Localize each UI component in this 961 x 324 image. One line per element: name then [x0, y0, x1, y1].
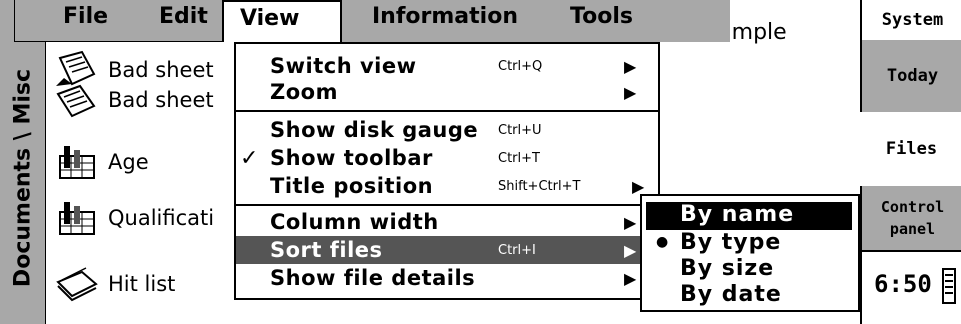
submenu-arrow-icon: ▶ [624, 212, 637, 232]
menu-item-title-position[interactable]: Title position Shift+Ctrl+T ▶ [236, 172, 658, 200]
folder-path-label: Documents \ Misc [10, 68, 36, 288]
submenu-item-label: By name [680, 202, 795, 227]
submenu-item-label: By date [680, 282, 782, 307]
menu-item-show-file-details[interactable]: Show file details ▶ [236, 264, 658, 292]
menu-item-show-toolbar[interactable]: ✓ Show toolbar Ctrl+T [236, 144, 658, 172]
tab-files[interactable]: Files [860, 112, 961, 188]
battery-icon [942, 268, 956, 304]
shortcut-label: Ctrl+Q [498, 58, 543, 74]
tab-label: Files [885, 139, 938, 159]
menu-item-label: Column width [270, 210, 439, 234]
tab-system[interactable]: System [862, 0, 961, 42]
menu-tools[interactable]: Tools [570, 4, 633, 29]
sort-files-submenu: By name ● By type By size By date [640, 194, 860, 312]
submenu-item-label: By type [680, 230, 782, 255]
list-item[interactable]: Qualificati [52, 196, 214, 240]
menu-information[interactable]: Information [372, 4, 518, 29]
menu-edit[interactable]: Edit [159, 4, 208, 29]
submenu-arrow-icon: ▶ [632, 176, 645, 196]
menu-file[interactable]: File [63, 4, 108, 29]
menu-item-show-disk-gauge[interactable]: Show disk gauge Ctrl+U [236, 116, 658, 144]
list-item[interactable]: Bad sheet [52, 78, 214, 122]
submenu-arrow-icon: ▶ [624, 240, 637, 260]
radio-selected-icon: ● [656, 234, 669, 250]
submenu-item-by-date[interactable]: By date [646, 282, 852, 310]
menu-item-column-width[interactable]: Column width ▶ [236, 208, 658, 236]
file-name: Hit list [108, 272, 176, 296]
card-file-icon [56, 267, 98, 302]
menu-item-switch-view[interactable]: Switch view Ctrl+Q ▶ [236, 52, 658, 80]
list-item[interactable]: Hit list [52, 262, 175, 306]
folder-path-bar[interactable]: Documents \ Misc [0, 0, 46, 324]
tab-label: Today [886, 66, 939, 86]
spreadsheet-chart-icon [59, 146, 95, 179]
tab-label: System [881, 10, 944, 30]
submenu-item-label: By size [680, 256, 775, 281]
spreadsheet-chart-icon [59, 202, 95, 235]
app-sidebar: System Today Files Control panel 6:50 [860, 0, 961, 324]
shortcut-label: Ctrl+U [498, 122, 542, 138]
tab-today[interactable]: Today [862, 40, 961, 114]
menu-bar-right: Information Tools [342, 0, 730, 42]
file-name: Bad sheet [108, 88, 214, 112]
menu-item-label: Show disk gauge [270, 118, 479, 142]
menu-item-label: Show toolbar [270, 146, 433, 170]
file-name: Age [108, 150, 149, 174]
menu-separator [236, 110, 658, 112]
submenu-item-by-name[interactable]: By name [646, 202, 852, 230]
submenu-arrow-icon: ▶ [624, 268, 637, 288]
check-icon: ✓ [240, 145, 259, 171]
view-menu-dropdown: Switch view Ctrl+Q ▶ Zoom ▶ Show disk ga… [234, 42, 660, 300]
menu-item-label: Switch view [270, 54, 417, 78]
clock: 6:50 [874, 270, 932, 298]
menu-item-sort-files[interactable]: Sort files Ctrl+I ▶ [236, 236, 658, 264]
menu-item-label: Title position [270, 174, 434, 198]
shortcut-label: Shift+Ctrl+T [498, 178, 581, 194]
file-name: Qualificati [108, 206, 215, 230]
menu-item-label: Sort files [270, 238, 383, 262]
tab-control-panel[interactable]: Control panel [862, 186, 961, 252]
submenu-item-by-type[interactable]: ● By type [646, 230, 852, 258]
menu-separator [236, 204, 658, 206]
shortcut-label: Ctrl+I [498, 242, 536, 258]
tab-label: Control panel [880, 198, 945, 238]
menu-view[interactable]: View [222, 0, 342, 42]
shortcut-label: Ctrl+T [498, 150, 540, 166]
submenu-arrow-icon: ▶ [624, 56, 637, 76]
submenu-item-by-size[interactable]: By size [646, 256, 852, 284]
list-item[interactable]: Age [52, 140, 149, 184]
menu-item-label: Show file details [270, 266, 476, 290]
note-sheet-icon [56, 84, 96, 118]
menu-view-label: View [240, 6, 300, 31]
menu-item-label: Zoom [270, 80, 338, 104]
submenu-arrow-icon: ▶ [624, 82, 637, 102]
menu-item-zoom[interactable]: Zoom ▶ [236, 78, 658, 106]
